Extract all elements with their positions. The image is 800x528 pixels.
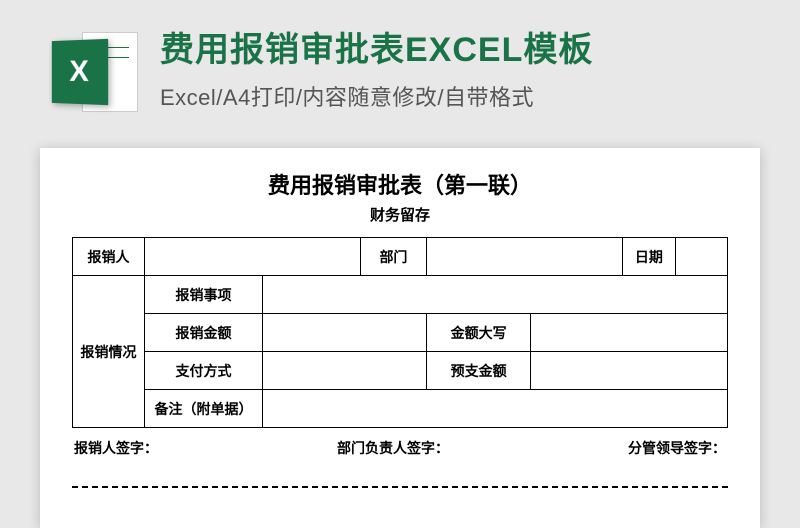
- divider-dashed: [72, 486, 728, 488]
- remark-label: 备注（附单据）: [145, 390, 263, 428]
- title-block: 费用报销审批表EXCEL模板 Excel/A4打印/内容随意修改/自带格式: [160, 28, 760, 112]
- form-subtitle: 财务留存: [72, 204, 728, 225]
- dept-head-sign-label: 部门负责人签字：: [337, 438, 449, 458]
- excel-icon-letter: X: [52, 39, 108, 105]
- detail-row-2: 报销金额 金额大写: [73, 314, 728, 352]
- advance-label: 预支金额: [426, 352, 531, 390]
- amount-words-label: 金额大写: [426, 314, 531, 352]
- date-value: [675, 238, 727, 276]
- applicant-sign-label: 报销人签字：: [74, 438, 158, 458]
- page-subtitle: Excel/A4打印/内容随意修改/自带格式: [160, 80, 760, 112]
- applicant-value: [145, 238, 361, 276]
- detail-row-4: 备注（附单据）: [73, 390, 728, 428]
- date-label: 日期: [623, 238, 675, 276]
- amount-words-value: [531, 314, 728, 352]
- item-label: 报销事项: [145, 276, 263, 314]
- detail-section-label: 报销情况: [73, 276, 145, 428]
- payment-value: [262, 352, 426, 390]
- detail-row-3: 支付方式 预支金额: [73, 352, 728, 390]
- applicant-label: 报销人: [73, 238, 145, 276]
- remark-value: [262, 390, 727, 428]
- detail-row-1: 报销情况 报销事项: [73, 276, 728, 314]
- item-value: [262, 276, 727, 314]
- amount-label: 报销金额: [145, 314, 263, 352]
- header: X 费用报销审批表EXCEL模板 Excel/A4打印/内容随意修改/自带格式: [0, 0, 800, 136]
- excel-icon: X: [50, 28, 138, 116]
- amount-value: [262, 314, 426, 352]
- dept-label: 部门: [361, 238, 427, 276]
- advance-value: [531, 352, 728, 390]
- form-title: 费用报销审批表（第一联）: [72, 168, 728, 200]
- form-table: 报销人 部门 日期 报销情况 报销事项 报销金额 金额大写 支付方式 预支金额 …: [72, 237, 728, 428]
- form-document: 费用报销审批表（第一联） 财务留存 报销人 部门 日期 报销情况 报销事项 报销…: [40, 148, 760, 528]
- payment-label: 支付方式: [145, 352, 263, 390]
- dept-value: [426, 238, 622, 276]
- leader-sign-label: 分管领导签字：: [628, 438, 726, 458]
- page-title: 费用报销审批表EXCEL模板: [160, 28, 760, 72]
- signature-row: 报销人签字： 部门负责人签字： 分管领导签字：: [72, 428, 728, 468]
- header-row: 报销人 部门 日期: [73, 238, 728, 276]
